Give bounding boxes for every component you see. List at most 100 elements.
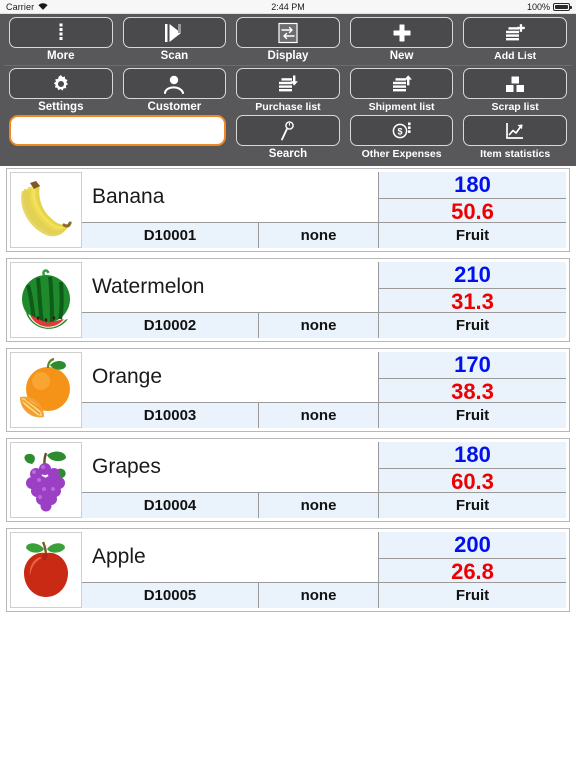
display-button[interactable] (236, 17, 340, 48)
add-list-button[interactable] (463, 17, 567, 48)
add-list-label: Add List (494, 50, 537, 62)
search-field-container[interactable] (4, 115, 231, 146)
shipment-list-button[interactable] (349, 68, 454, 99)
item-numbers: 200 26.8 (379, 532, 566, 585)
settings-label: Settings (38, 101, 84, 113)
more-button[interactable] (9, 17, 113, 48)
toolbar-item-search[interactable]: Search (231, 115, 345, 162)
list-item-bottom: D10001 none Fruit (82, 222, 566, 248)
toolbar-item-item-statistics[interactable]: Item statistics (458, 115, 572, 162)
toolbar-row-3: Search $ Other Expenses Item statistics (4, 115, 572, 162)
settings-button[interactable] (9, 68, 113, 99)
item-stock: 180 (379, 442, 566, 469)
new-label: New (389, 50, 414, 62)
toolbar-item-customer[interactable]: Customer (118, 68, 232, 115)
toolbar-row-2: Settings Customer Purchase list Shipment… (4, 65, 572, 115)
item-category: Fruit (379, 223, 566, 248)
more-dots-icon (59, 23, 63, 40)
item-name: Banana (82, 172, 379, 222)
item-group: none (259, 403, 379, 428)
chart-up-icon (506, 122, 524, 139)
customer-label: Customer (147, 101, 202, 113)
toolbar-item-display[interactable]: Display (231, 17, 345, 64)
item-category: Fruit (379, 493, 566, 518)
scrap-list-button[interactable] (463, 68, 567, 99)
item-stock: 210 (379, 262, 566, 289)
toolbar-item-add-list[interactable]: Add List (458, 17, 572, 64)
toolbar-item-scrap-list[interactable]: Scrap list (458, 68, 572, 115)
other-expenses-label: Other Expenses (361, 148, 442, 160)
grapes-image (10, 442, 82, 518)
toolbar-item-more[interactable]: More (4, 17, 118, 64)
plus-icon (393, 24, 411, 41)
list-item-body: Watermelon 210 31.3 D10002 none Fruit (82, 262, 566, 338)
apple-image (10, 532, 82, 608)
item-category: Fruit (379, 313, 566, 338)
gear-icon (53, 74, 68, 91)
list-item-bottom: D10002 none Fruit (82, 312, 566, 338)
item-stock: 180 (379, 172, 566, 199)
list-plus-icon (506, 23, 525, 40)
toolbar-item-scan[interactable]: Scan (118, 17, 232, 64)
item-list[interactable]: Banana 180 50.6 D10001 none Fruit Waterm… (0, 166, 576, 612)
item-code: D10003 (82, 403, 259, 428)
list-item[interactable]: Banana 180 50.6 D10001 none Fruit (6, 168, 570, 252)
toolbar-item-purchase-list[interactable]: Purchase list (231, 68, 345, 115)
toolbar-item-shipment-list[interactable]: Shipment list (345, 68, 459, 115)
display-label: Display (267, 50, 309, 62)
list-down-arrow-icon (278, 75, 298, 91)
item-name: Apple (82, 532, 379, 582)
more-label: More (47, 50, 75, 62)
other-expenses-button[interactable]: $ (349, 115, 454, 146)
swap-arrows-icon (278, 22, 298, 43)
toolbar-item-other-expenses[interactable]: $ Other Expenses (345, 115, 459, 162)
item-code: D10005 (82, 583, 259, 608)
item-category: Fruit (379, 403, 566, 428)
orange-image (10, 352, 82, 428)
toolbar-item-settings[interactable]: Settings (4, 68, 118, 115)
search-label: Search (268, 148, 308, 160)
banana-image (10, 172, 82, 248)
list-item-body: Apple 200 26.8 D10005 none Fruit (82, 532, 566, 608)
item-statistics-button[interactable] (463, 115, 567, 146)
clock-label: 2:44 PM (271, 1, 305, 12)
list-item-top: Watermelon 210 31.3 (82, 262, 566, 315)
list-item[interactable]: Grapes 180 60.3 D10004 none Fruit (6, 438, 570, 522)
svg-text:$: $ (397, 126, 402, 136)
item-numbers: 180 50.6 (379, 172, 566, 225)
boxes-icon (506, 76, 525, 92)
list-item-top: Orange 170 38.3 (82, 352, 566, 405)
list-item[interactable]: Apple 200 26.8 D10005 none Fruit (6, 528, 570, 612)
list-item-body: Banana 180 50.6 D10001 none Fruit (82, 172, 566, 248)
search-input[interactable] (9, 115, 227, 146)
item-name: Orange (82, 352, 379, 402)
list-item-bottom: D10005 none Fruit (82, 582, 566, 608)
customer-button[interactable] (122, 68, 227, 99)
item-group: none (259, 223, 379, 248)
item-code: D10004 (82, 493, 259, 518)
item-group: none (259, 583, 379, 608)
toolbar-row-1: More Scan Display New Add List (4, 17, 572, 64)
list-item-body: Grapes 180 60.3 D10004 none Fruit (82, 442, 566, 518)
purchase-list-button[interactable] (236, 68, 340, 99)
item-numbers: 210 31.3 (379, 262, 566, 315)
watermelon-image (10, 262, 82, 338)
status-bar-right: 100% (526, 1, 572, 12)
person-icon (164, 75, 185, 94)
list-item[interactable]: Orange 170 38.3 D10003 none Fruit (6, 348, 570, 432)
list-item[interactable]: Watermelon 210 31.3 D10002 none Fruit (6, 258, 570, 342)
battery-percent-label: 100% (526, 1, 550, 12)
item-numbers: 180 60.3 (379, 442, 566, 495)
item-category: Fruit (379, 583, 566, 608)
list-item-body: Orange 170 38.3 D10003 none Fruit (82, 352, 566, 428)
toolbar-item-new[interactable]: New (345, 17, 459, 64)
item-numbers: 170 38.3 (379, 352, 566, 405)
scan-button[interactable] (122, 17, 227, 48)
item-stock: 200 (379, 532, 566, 559)
search-button[interactable] (236, 115, 340, 146)
item-name: Grapes (82, 442, 379, 492)
new-button[interactable] (349, 17, 454, 48)
list-item-bottom: D10003 none Fruit (82, 402, 566, 428)
list-item-top: Banana 180 50.6 (82, 172, 566, 225)
scrap-list-label: Scrap list (491, 101, 539, 113)
